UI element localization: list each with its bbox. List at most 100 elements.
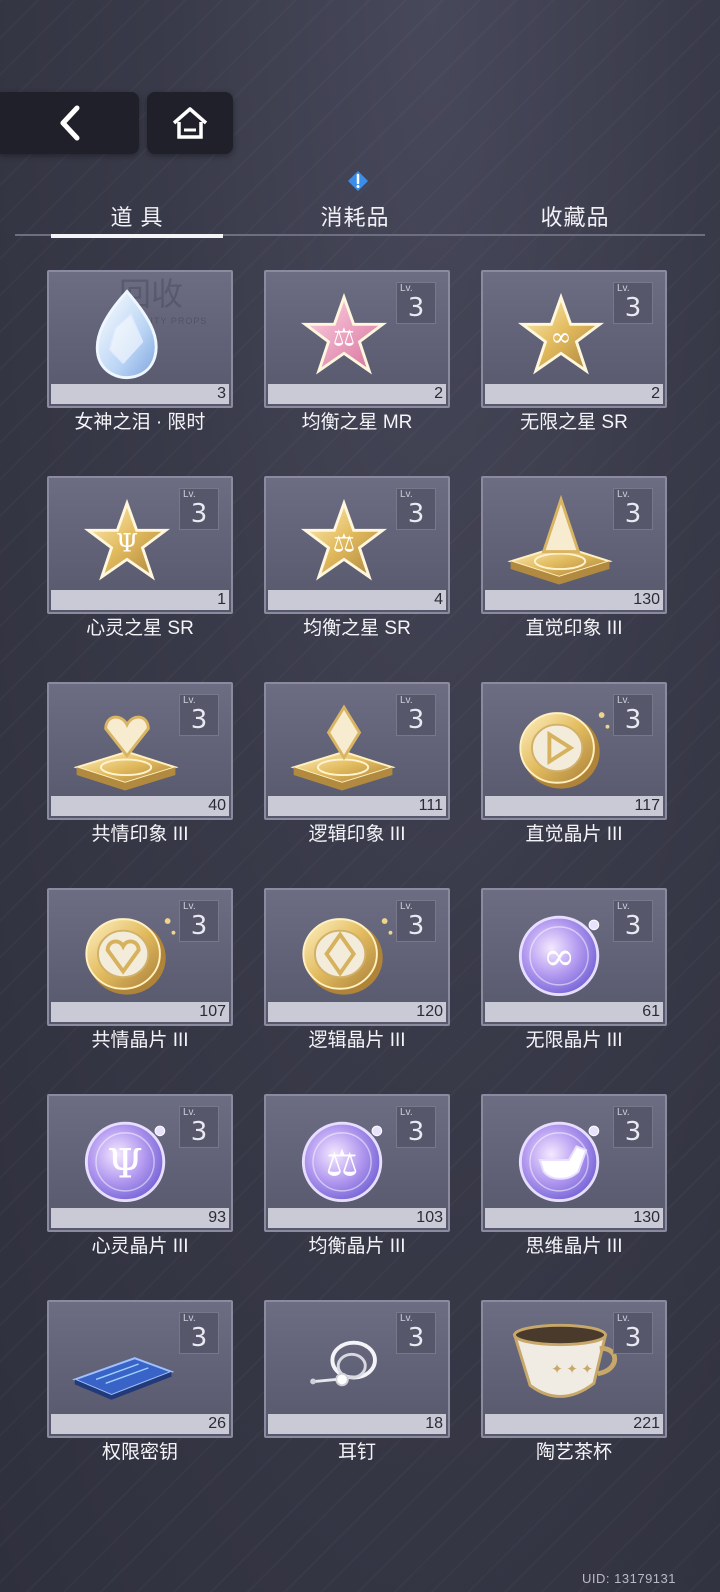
svg-text:∞: ∞: [543, 934, 575, 979]
item-card[interactable]: Lv. 3 130: [481, 476, 667, 614]
item-count: 2: [651, 385, 660, 402]
level-number: 3: [407, 1117, 425, 1147]
item-slot[interactable]: Lv. 3 117 直觉晶片 III: [481, 682, 667, 852]
tab-collectibles[interactable]: 收藏品: [489, 196, 661, 236]
svg-text:∞: ∞: [551, 323, 572, 352]
item-count: 61: [642, 1003, 660, 1020]
item-card[interactable]: 回收 ACTIVITY PROPS 3: [47, 270, 233, 408]
home-icon: [172, 107, 208, 139]
level-badge: Lv. 3: [613, 900, 653, 942]
item-slot[interactable]: Ψ Lv. 3 1 心灵之星 SR: [47, 476, 233, 646]
svg-text:Ψ: Ψ: [116, 529, 138, 558]
item-slot[interactable]: ∞ Lv. 3 2 无限之星 SR: [481, 270, 667, 440]
home-button[interactable]: [147, 92, 233, 154]
item-count: 107: [199, 1003, 226, 1020]
back-button[interactable]: [0, 92, 139, 154]
item-name: 直觉印象 III: [525, 618, 623, 639]
item-card[interactable]: Lv. 3 18: [264, 1300, 450, 1438]
item-name: 均衡晶片 III: [308, 1236, 406, 1257]
count-bar: [485, 1002, 663, 1022]
item-count: 120: [416, 1003, 443, 1020]
item-card[interactable]: Lv. 3 117: [481, 682, 667, 820]
logic-chip-icon: [302, 918, 393, 995]
item-slot[interactable]: 回收 ACTIVITY PROPS 3 女神之泪 · 限时: [47, 270, 233, 440]
item-card[interactable]: Lv. 3 130: [481, 1094, 667, 1232]
level-number: 3: [624, 911, 642, 941]
item-slot[interactable]: ∞ Lv. 3 61 无限晶片 III: [481, 888, 667, 1058]
item-card[interactable]: ∞ Lv. 3 61: [481, 888, 667, 1026]
svg-text:⚖: ⚖: [326, 1141, 359, 1184]
item-slot[interactable]: Lv. 3 130 直觉印象 III: [481, 476, 667, 646]
item-name: 逻辑晶片 III: [308, 1030, 406, 1051]
item-count: 40: [208, 797, 226, 814]
item-card[interactable]: Lv. 3 26: [47, 1300, 233, 1438]
level-badge: Lv. 3: [396, 900, 436, 942]
pipe-chip-icon: [518, 1121, 600, 1203]
intuition-impression-icon: [507, 494, 613, 585]
level-number: 3: [190, 499, 208, 529]
item-name: 女神之泪 · 限时: [74, 412, 206, 433]
count-bar: [51, 796, 229, 816]
level-number: 3: [190, 705, 208, 735]
item-name: 共情印象 III: [91, 824, 189, 845]
earring-icon: [310, 1340, 377, 1387]
item-count: 130: [633, 1209, 660, 1226]
level-number: 3: [407, 293, 425, 323]
item-card[interactable]: Ψ Lv. 3 1: [47, 476, 233, 614]
item-count: 2: [434, 385, 443, 402]
alert-icon: [348, 171, 368, 191]
level-badge: Lv. 3: [179, 694, 219, 736]
item-card[interactable]: Lv. 3 120: [264, 888, 450, 1026]
tab-consumables[interactable]: 消耗品: [269, 196, 441, 236]
item-name: 陶艺茶杯: [535, 1442, 612, 1463]
item-count: 117: [634, 797, 660, 814]
item-name: 共情晶片 III: [91, 1030, 189, 1051]
item-card[interactable]: Lv. 3 111: [264, 682, 450, 820]
logic-impression-icon: [290, 704, 396, 791]
item-count: 130: [633, 591, 660, 608]
item-slot[interactable]: Ψ Lv. 3 93 心灵晶片 III: [47, 1094, 233, 1264]
count-bar: [485, 384, 663, 404]
level-number: 3: [624, 1117, 642, 1147]
level-number: 3: [190, 911, 208, 941]
item-name: 心灵晶片 III: [91, 1236, 189, 1257]
item-card[interactable]: ✦ ✦ ✦ Lv. 3 221: [481, 1300, 667, 1438]
item-name: 耳钉: [337, 1442, 376, 1463]
svg-text:✦ ✦ ✦: ✦ ✦ ✦: [551, 1362, 593, 1377]
svg-text:⚖: ⚖: [333, 529, 356, 558]
item-card[interactable]: Lv. 3 40: [47, 682, 233, 820]
item-slot[interactable]: ✦ ✦ ✦ Lv. 3 221 陶艺茶杯: [481, 1300, 667, 1470]
level-badge: Lv. 3: [396, 694, 436, 736]
item-card[interactable]: ∞ Lv. 3 2: [481, 270, 667, 408]
count-bar: [51, 384, 229, 404]
item-slot[interactable]: Lv. 3 120 逻辑晶片 III: [264, 888, 450, 1058]
item-slot[interactable]: Lv. 3 111 逻辑印象 III: [264, 682, 450, 852]
count-bar: [268, 590, 446, 610]
item-slot[interactable]: ⚖ Lv. 3 4 均衡之星 SR: [264, 476, 450, 646]
access-key-card-icon: [72, 1357, 175, 1400]
chevron-left-icon: [60, 105, 79, 141]
item-slot[interactable]: Lv. 3 40 共情印象 III: [47, 682, 233, 852]
level-badge: Lv. 3: [396, 1106, 436, 1148]
level-number: 3: [407, 911, 425, 941]
item-slot[interactable]: ⚖ Lv. 3 2 均衡之星 MR: [264, 270, 450, 440]
item-card[interactable]: ⚖ Lv. 3 4: [264, 476, 450, 614]
svg-text:Ψ: Ψ: [107, 1139, 143, 1187]
item-slot[interactable]: Lv. 3 130 思维晶片 III: [481, 1094, 667, 1264]
item-slot[interactable]: Lv. 3 107 共情晶片 III: [47, 888, 233, 1058]
item-card[interactable]: ⚖ Lv. 3 103: [264, 1094, 450, 1232]
level-badge: Lv. 3: [613, 1106, 653, 1148]
gold-star-psi-icon: Ψ: [83, 498, 171, 581]
item-card[interactable]: Ψ Lv. 3 93: [47, 1094, 233, 1232]
level-badge: Lv. 3: [613, 694, 653, 736]
item-slot[interactable]: Lv. 3 18 耳钉: [264, 1300, 450, 1470]
item-slot[interactable]: Lv. 3 26 权限密钥: [47, 1300, 233, 1470]
tab-items[interactable]: 道 具: [51, 196, 223, 238]
item-card[interactable]: Lv. 3 107: [47, 888, 233, 1026]
item-slot[interactable]: ⚖ Lv. 3 103 均衡晶片 III: [264, 1094, 450, 1264]
count-bar: [51, 1208, 229, 1228]
count-bar: [51, 1414, 229, 1434]
empathy-chip-icon: [85, 918, 176, 995]
level-badge: Lv. 3: [396, 1312, 436, 1354]
item-card[interactable]: ⚖ Lv. 3 2: [264, 270, 450, 408]
